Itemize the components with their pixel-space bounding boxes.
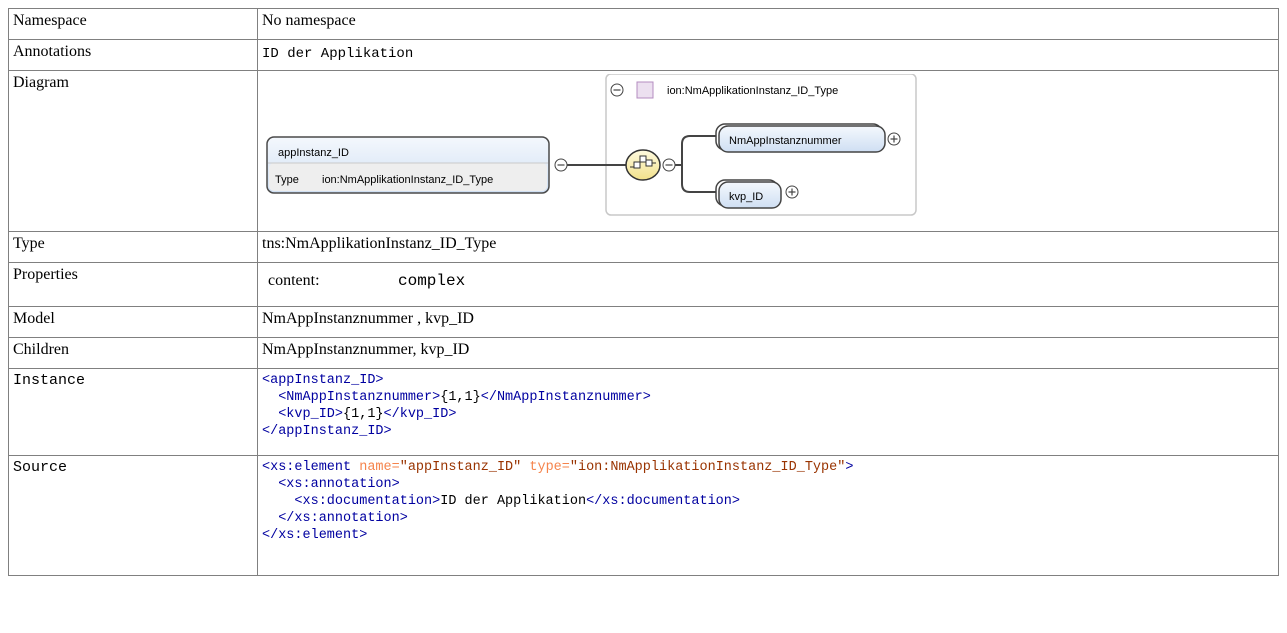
source-line-1-attr-type-value: "ion:NmApplikationInstanz_ID_Type"	[569, 460, 846, 475]
source-row: Source <xs:element name="appInstanz_ID" …	[8, 455, 1279, 576]
type-value: tns:NmApplikationInstanz_ID_Type	[257, 231, 1279, 263]
complex-type-icon	[636, 81, 654, 99]
model-row: Model NmAppInstanznummer , kvp_ID	[8, 306, 1279, 338]
complex-type-title: ion:NmApplikationInstanz_ID_Type	[667, 85, 838, 97]
diagram-cell: ion:NmApplikationInstanz_ID_Type appInst…	[257, 70, 1279, 232]
instance-line-3-close: </kvp_ID>	[383, 407, 457, 422]
instance-line-2-open: <NmAppInstanznummer>	[278, 390, 441, 405]
element-type-value: ion:NmApplikationInstanz_ID_Type	[322, 174, 493, 186]
namespace-label: Namespace	[8, 8, 258, 40]
instance-line-2-text: {1,1}	[440, 390, 481, 405]
element-documentation-table: Namespace No namespace Annotations ID de…	[8, 8, 1279, 576]
annotations-value: ID der Applikation	[257, 39, 1279, 71]
model-value: NmAppInstanznummer , kvp_ID	[257, 306, 1279, 338]
sequence-collapse-icon[interactable]	[662, 158, 676, 172]
instance-line-3-text: {1,1}	[343, 407, 384, 422]
model-label: Model	[8, 306, 258, 338]
instance-line-2-close: </NmAppInstanznummer>	[480, 390, 651, 405]
children-label: Children	[8, 337, 258, 369]
property-name: content:	[268, 272, 320, 289]
instance-cell: <appInstanz_ID> <NmAppInstanznummer>{1,1…	[257, 368, 1279, 456]
property-value: complex	[398, 272, 466, 290]
complex-type-collapse-icon[interactable]	[610, 83, 624, 97]
annotations-row: Annotations ID der Applikation	[8, 39, 1279, 71]
instance-code: <appInstanz_ID> <NmAppInstanznummer>{1,1…	[262, 372, 1274, 440]
children-row: Children NmAppInstanznummer, kvp_ID	[8, 337, 1279, 369]
source-line-4: </xs:annotation>	[278, 511, 408, 526]
source-line-3-open: <xs:documentation>	[294, 494, 441, 509]
diagram-label: Diagram	[8, 70, 258, 232]
source-line-2: <xs:annotation>	[278, 477, 400, 492]
properties-row: Properties content: complex	[8, 262, 1279, 307]
type-row: Type tns:NmApplikationInstanz_ID_Type	[8, 231, 1279, 263]
child-label-nmappinstanznummer: NmAppInstanznummer	[729, 135, 842, 147]
source-cell: <xs:element name="appInstanz_ID" type="i…	[257, 455, 1279, 576]
diagram-row: Diagram ion:NmApplikationInstanz_ID_Type…	[8, 70, 1279, 232]
instance-line-1: <appInstanz_ID>	[262, 373, 384, 388]
source-label: Source	[8, 455, 258, 576]
source-line-5: </xs:element>	[262, 528, 368, 543]
source-line-1-end: >	[845, 460, 854, 475]
sequence-compositor-icon[interactable]	[625, 149, 661, 181]
instance-label: Instance	[8, 368, 258, 456]
source-line-1-attr-name-value: "appInstanz_ID"	[399, 460, 522, 475]
namespace-value: No namespace	[257, 8, 1279, 40]
instance-row: Instance <appInstanz_ID> <NmAppInstanznu…	[8, 368, 1279, 456]
properties-cell: content: complex	[257, 262, 1279, 307]
instance-line-3-open: <kvp_ID>	[278, 407, 344, 422]
schema-diagram-svg: ion:NmApplikationInstanz_ID_Type appInst…	[266, 74, 917, 216]
element-type-label: Type	[275, 174, 299, 186]
source-line-1-tag: <xs:element	[262, 460, 352, 475]
instance-line-4: </appInstanz_ID>	[262, 424, 392, 439]
source-line-1-attr-type: type=	[521, 460, 570, 475]
children-value: NmAppInstanznummer, kvp_ID	[257, 337, 1279, 369]
source-line-3-close: </xs:documentation>	[586, 494, 740, 509]
element-name: appInstanz_ID	[278, 147, 349, 159]
properties-label: Properties	[8, 262, 258, 307]
type-label: Type	[8, 231, 258, 263]
namespace-row: Namespace No namespace	[8, 8, 1279, 40]
expand-kvp-id-icon[interactable]	[785, 185, 799, 199]
child-label-kvp-id: kvp_ID	[729, 191, 763, 203]
expand-nmappinstanznummer-icon[interactable]	[887, 132, 901, 146]
annotations-label: Annotations	[8, 39, 258, 71]
source-line-1-attr-name: name=	[351, 460, 400, 475]
source-line-3-text: ID der Applikation	[440, 494, 587, 509]
schema-diagram: ion:NmApplikationInstanz_ID_Type appInst…	[262, 74, 1274, 225]
element-collapse-icon[interactable]	[554, 158, 568, 172]
source-code: <xs:element name="appInstanz_ID" type="i…	[262, 459, 1274, 544]
